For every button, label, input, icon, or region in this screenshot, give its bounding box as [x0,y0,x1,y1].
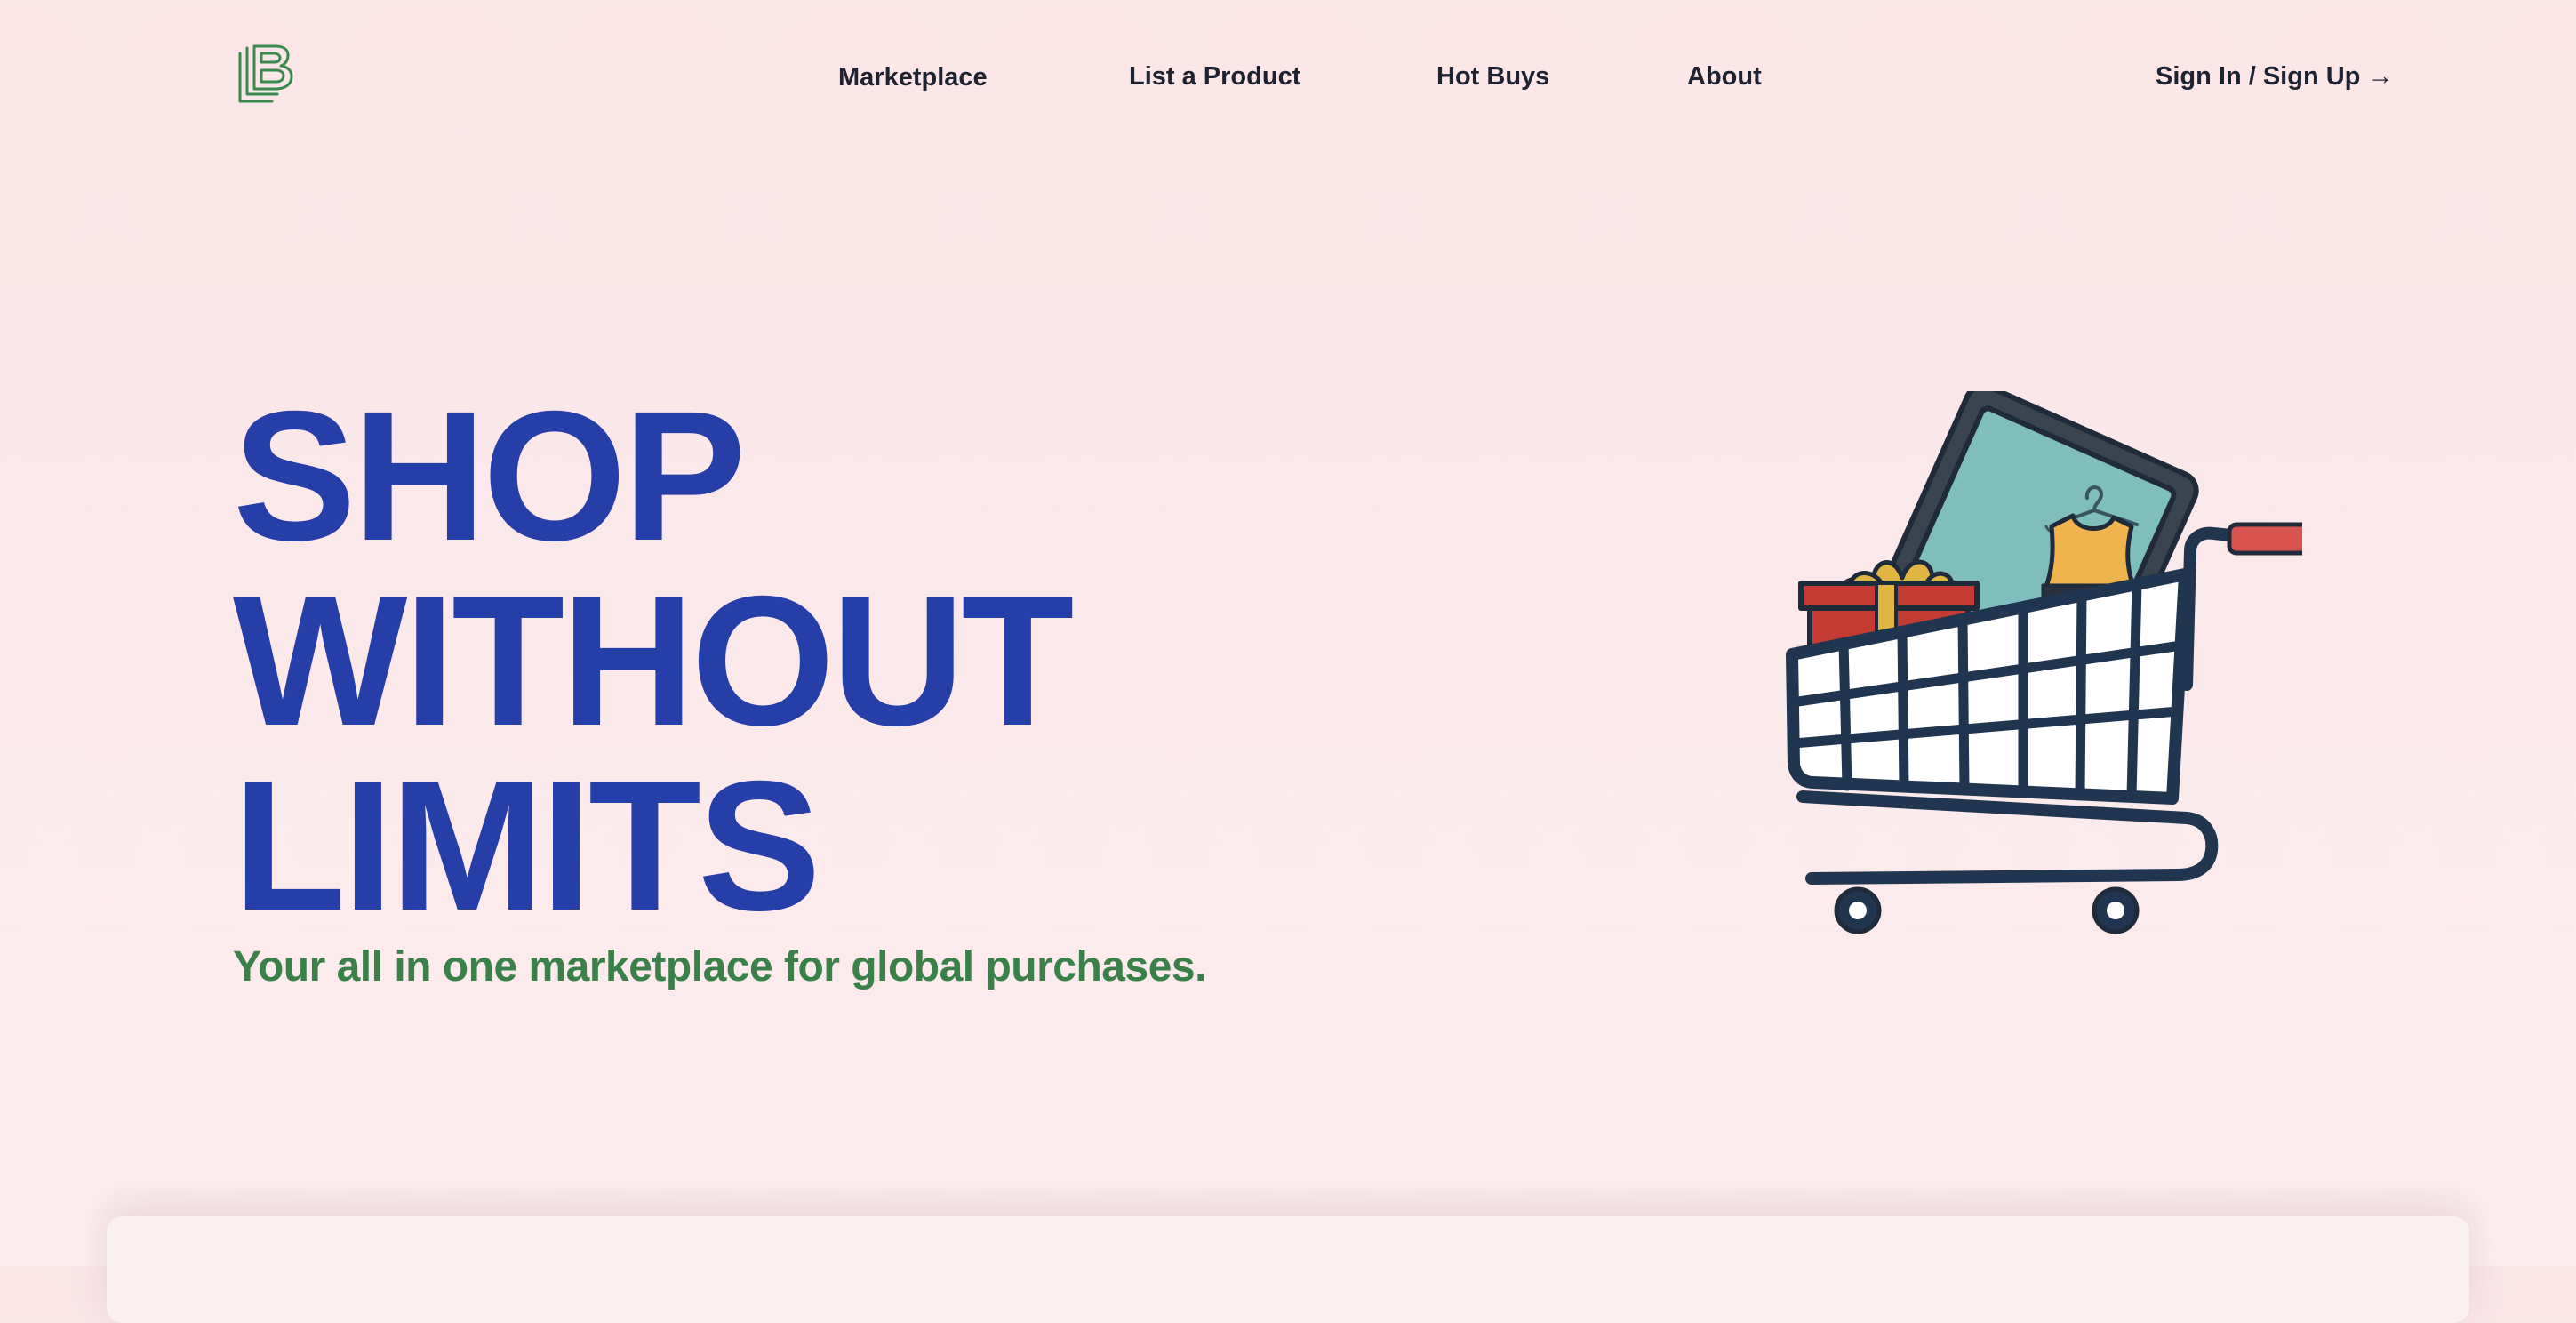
hero-subtitle: Your all in one marketplace for global p… [233,943,1206,990]
site-header: Marketplace List a Product Hot Buys Abou… [0,0,2576,151]
content-card-edge [107,1216,2469,1323]
logo-icon[interactable] [236,43,297,107]
nav-marketplace-link[interactable]: Marketplace [838,61,988,93]
hero-title: SHOP WITHOUT LIMITS [233,373,1074,950]
nav-list-product-link[interactable]: List a Product [1129,60,1300,92]
shopping-cart-icon [1786,383,2324,934]
hero-title-line-1: SHOP [233,373,746,580]
nav-about-link[interactable]: About [1687,60,1762,92]
logo-graphic [238,44,293,103]
hero-title-line-2: WITHOUT [233,558,1074,765]
shopping-cart-illustration [1769,383,2324,942]
nav-hot-buys-link[interactable]: Hot Buys [1436,60,1549,92]
sign-in-sign-up-link[interactable]: Sign In / Sign Up → [2156,60,2393,92]
hero-title-line-3: LIMITS [233,743,821,950]
